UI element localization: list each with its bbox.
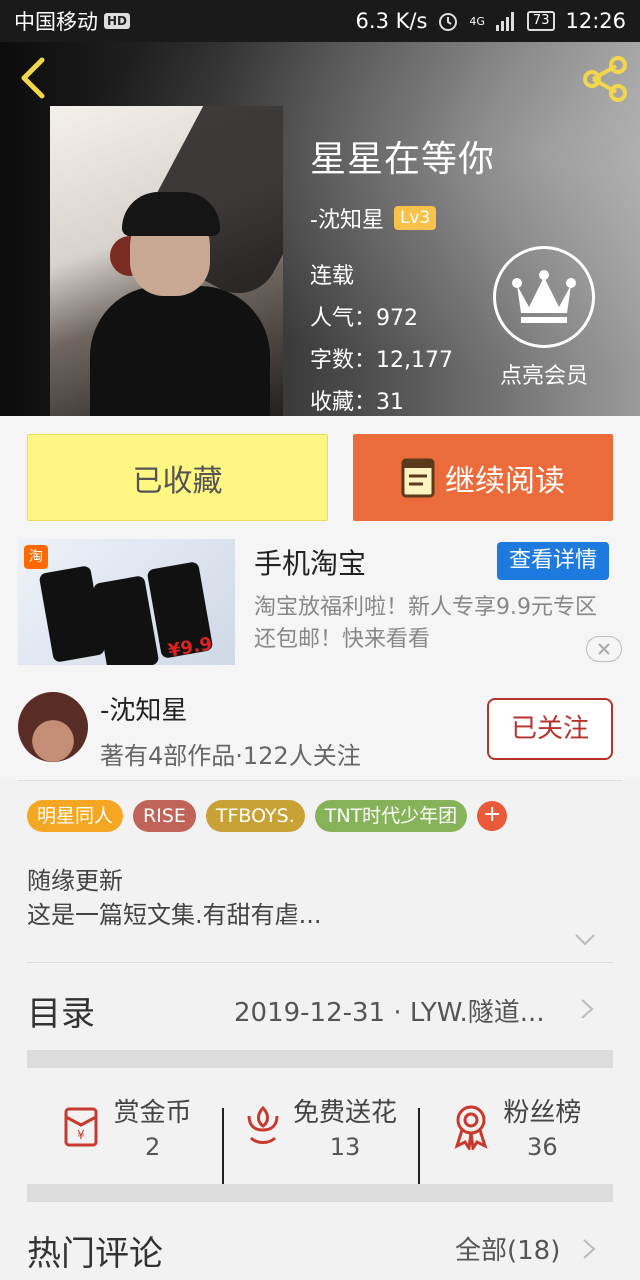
- signal-icon: [495, 12, 514, 31]
- fans-value: 36: [527, 1132, 558, 1161]
- divider: [27, 962, 613, 963]
- book-description: 随缘更新 这是一篇短文集.有甜有虐...: [27, 864, 613, 932]
- book-info: 星星在等你 -沈知星 Lv3 连载 人气：972 字数：12,177 收藏：31: [310, 138, 495, 416]
- stats-row: ¥ 赏金币 2 免费送花 13 粉丝榜 36: [27, 1068, 613, 1188]
- share-button[interactable]: [580, 54, 630, 104]
- all-comments-link[interactable]: 全部(18): [455, 1230, 560, 1267]
- share-icon: [583, 56, 627, 102]
- continue-reading-button[interactable]: 继续阅读: [353, 434, 613, 521]
- flower-icon: [247, 1105, 279, 1144]
- section-separator: [27, 1184, 613, 1202]
- catalog-row[interactable]: 目录 2019-12-31 · LYW.隧道...: [0, 964, 640, 1050]
- latest-chapter: 2019-12-31 · LYW.隧道...: [234, 998, 545, 1028]
- carrier-name: 中国移动: [14, 10, 98, 34]
- medal-icon: [454, 1105, 488, 1150]
- word-count: 字数：12,177: [310, 348, 453, 373]
- tag-item[interactable]: RISE: [133, 800, 196, 832]
- reward-value: 2: [145, 1132, 161, 1161]
- collected-button[interactable]: 已收藏: [27, 434, 328, 521]
- catalog-label: 目录: [27, 994, 95, 1034]
- follow-button[interactable]: 已关注: [487, 698, 613, 760]
- clock: 12:26: [565, 9, 626, 33]
- expand-description-button[interactable]: [574, 932, 596, 948]
- tag-list: 明星同人 RISE TFBOYS. TNT时代少年团 +: [27, 800, 508, 832]
- favorites-count: 收藏：31: [310, 390, 404, 415]
- network-speed: 6.3 K/s: [355, 9, 428, 33]
- book-header: 星星在等你 -沈知星 Lv3 连载 人气：972 字数：12,177 收藏：31…: [0, 42, 640, 416]
- chevron-right-icon[interactable]: [582, 1238, 596, 1260]
- ad-image-tag: 淘: [24, 545, 48, 569]
- ad-description: 淘宝放福利啦！新人专享9.9元专区还包邮！快来看看: [254, 595, 597, 652]
- flowers-label: 免费送花: [292, 1097, 397, 1128]
- add-tag-button[interactable]: +: [477, 801, 508, 831]
- description-line: 随缘更新: [27, 867, 123, 895]
- tag-item[interactable]: 明星同人: [27, 800, 124, 832]
- tag-item[interactable]: TNT时代少年团: [314, 800, 468, 832]
- chevron-left-icon: [21, 57, 45, 99]
- fan-ranking-button[interactable]: 粉丝榜 36: [417, 1092, 613, 1188]
- svg-text:¥: ¥: [77, 1128, 85, 1142]
- book-icon: [401, 458, 435, 497]
- author-line: -沈知星 Lv3: [310, 202, 495, 234]
- ad-close-button[interactable]: [586, 636, 622, 662]
- serial-status: 连载: [310, 264, 355, 289]
- vip-label: 点亮会员: [499, 364, 588, 389]
- hot-comments-title: 热门评论: [27, 1234, 163, 1274]
- author-section: -沈知星 著有4部作品·122人关注 已关注: [0, 670, 640, 780]
- crown-icon: [512, 270, 576, 323]
- vip-button[interactable]: 点亮会员: [493, 246, 595, 390]
- close-icon: [598, 643, 610, 655]
- ad-image[interactable]: 淘 ¥9.9: [18, 539, 235, 665]
- author-stats: 著有4部作品·122人关注: [100, 742, 361, 770]
- status-bar: 中国移动 HD 6.3 K/s 4G 73 12:26: [0, 0, 640, 42]
- reward-label: 赏金币: [113, 1097, 192, 1128]
- section-separator: [27, 1050, 613, 1068]
- back-button[interactable]: [14, 56, 54, 100]
- action-bar: 已收藏 继续阅读: [0, 416, 640, 534]
- battery-level: 73: [526, 11, 556, 31]
- send-flowers-button[interactable]: 免费送花 13: [222, 1092, 417, 1188]
- book-author[interactable]: -沈知星: [310, 202, 384, 234]
- red-envelope-icon: ¥: [64, 1107, 98, 1147]
- continue-reading-label: 继续阅读: [445, 463, 565, 499]
- avatar[interactable]: [18, 692, 88, 762]
- status-right: 6.3 K/s 4G 73 12:26: [356, 9, 626, 33]
- alarm-icon: [439, 13, 458, 31]
- tag-item[interactable]: TFBOYS.: [205, 800, 305, 832]
- reward-coins-button[interactable]: ¥ 赏金币 2: [27, 1092, 222, 1161]
- ad-detail-button[interactable]: 查看详情: [497, 542, 609, 580]
- fans-label: 粉丝榜: [503, 1097, 582, 1128]
- popularity: 人气：972: [310, 306, 418, 331]
- chevron-right-icon: [581, 999, 594, 1019]
- author-name[interactable]: -沈知星: [100, 690, 187, 727]
- ad-banner[interactable]: 淘 ¥9.9 手机淘宝 查看详情 淘宝放福利啦！新人专享9.9元专区还包邮！快来…: [0, 534, 640, 670]
- divider: [18, 780, 622, 781]
- level-badge: Lv3: [393, 206, 437, 230]
- vip-circle: [493, 246, 595, 348]
- carrier-group: 中国移动 HD: [14, 6, 131, 36]
- chevron-down-icon: [575, 934, 595, 946]
- book-cover[interactable]: [50, 106, 283, 416]
- ad-title[interactable]: 手机淘宝: [254, 542, 366, 582]
- network-type: 4G: [469, 14, 485, 28]
- book-title: 星星在等你: [310, 139, 496, 180]
- description-line: 这是一篇短文集.有甜有虐...: [27, 901, 322, 929]
- hd-badge: HD: [104, 13, 131, 29]
- flowers-value: 13: [329, 1132, 361, 1161]
